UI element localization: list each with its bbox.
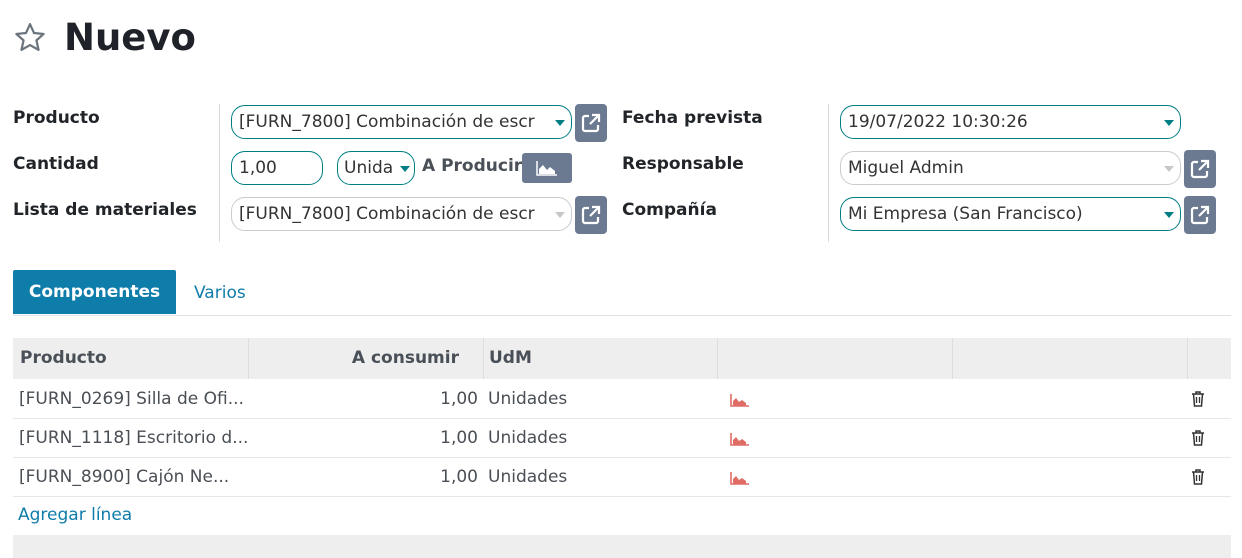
chevron-down-icon	[1164, 212, 1174, 218]
row-uom: Unidades	[488, 428, 568, 448]
tab-componentes[interactable]: Componentes	[13, 270, 176, 314]
trash-icon[interactable]	[1191, 469, 1205, 485]
tab-varios[interactable]: Varios	[194, 281, 246, 305]
chevron-down-icon	[1164, 166, 1174, 172]
row-quantity[interactable]: 1,00	[249, 458, 478, 496]
company-select[interactable]: Mi Empresa (San Francisco)	[840, 197, 1181, 231]
table-footer	[13, 535, 1231, 558]
external-link-icon	[581, 113, 601, 133]
responsible-external-button[interactable]	[1184, 150, 1216, 188]
row-quantity[interactable]: 1,00	[249, 380, 478, 418]
product-select[interactable]: [FURN_7800] Combinación de escr	[231, 105, 572, 139]
external-link-icon	[1190, 159, 1210, 179]
column-divider	[1187, 338, 1188, 379]
row-product[interactable]: [FURN_0269] Silla de Ofi...	[19, 380, 247, 418]
left-separator	[219, 104, 220, 242]
column-header-to-consume[interactable]: A consumir	[249, 338, 459, 379]
product-label: Producto	[13, 108, 100, 128]
row-quantity[interactable]: 1,00	[249, 419, 478, 457]
right-separator	[828, 104, 829, 242]
forecast-button[interactable]	[522, 153, 572, 183]
to-produce-label: A Producir	[422, 156, 523, 176]
date-picker[interactable]: 19/07/2022 10:30:26	[840, 105, 1181, 139]
forecast-chart-icon[interactable]	[730, 393, 750, 407]
chevron-down-icon	[400, 166, 410, 172]
date-label: Fecha prevista	[622, 108, 763, 128]
forecast-chart-icon[interactable]	[730, 471, 750, 485]
row-product[interactable]: [FURN_8900] Cajón Ne...	[19, 458, 247, 496]
quantity-input[interactable]: 1,00	[231, 151, 323, 185]
column-divider	[717, 338, 718, 379]
row-product[interactable]: [FURN_1118] Escritorio d...	[19, 419, 247, 457]
column-header-product[interactable]: Producto	[20, 338, 107, 379]
company-label: Compañía	[622, 200, 717, 220]
bom-select[interactable]: [FURN_7800] Combinación de escr	[231, 197, 572, 231]
column-header-uom[interactable]: UdM	[489, 338, 532, 379]
external-link-icon	[1190, 205, 1210, 225]
page-title: Nuevo	[64, 16, 196, 59]
trash-icon[interactable]	[1191, 430, 1205, 446]
column-divider	[483, 338, 484, 379]
responsible-label: Responsable	[622, 154, 744, 174]
forecast-chart-icon[interactable]	[730, 432, 750, 446]
star-icon[interactable]	[12, 20, 48, 56]
tabs-divider	[13, 315, 1231, 316]
uom-select[interactable]: Unida	[337, 151, 415, 185]
row-uom: Unidades	[488, 467, 568, 487]
bom-external-button[interactable]	[575, 196, 607, 234]
area-chart-icon	[536, 161, 557, 176]
add-line-link[interactable]: Agregar línea	[18, 503, 132, 527]
chevron-down-icon	[555, 120, 565, 126]
trash-icon[interactable]	[1191, 391, 1205, 407]
table-row[interactable]: [FURN_8900] Cajón Ne... 1,00 Unidades	[13, 458, 1231, 497]
bom-label: Lista de materiales	[13, 200, 197, 220]
table-row[interactable]: [FURN_1118] Escritorio d... 1,00 Unidade…	[13, 419, 1231, 458]
chevron-down-icon	[1164, 120, 1174, 126]
quantity-label: Cantidad	[13, 154, 99, 174]
responsible-select[interactable]: Miguel Admin	[840, 151, 1181, 185]
table-row[interactable]: [FURN_0269] Silla de Ofi... 1,00 Unidade…	[13, 380, 1231, 419]
table-header: Producto A consumir UdM	[13, 338, 1231, 379]
company-external-button[interactable]	[1184, 196, 1216, 234]
row-uom: Unidades	[488, 389, 568, 409]
column-divider	[952, 338, 953, 379]
product-external-button[interactable]	[575, 104, 607, 142]
external-link-icon	[581, 205, 601, 225]
chevron-down-icon	[555, 212, 565, 218]
